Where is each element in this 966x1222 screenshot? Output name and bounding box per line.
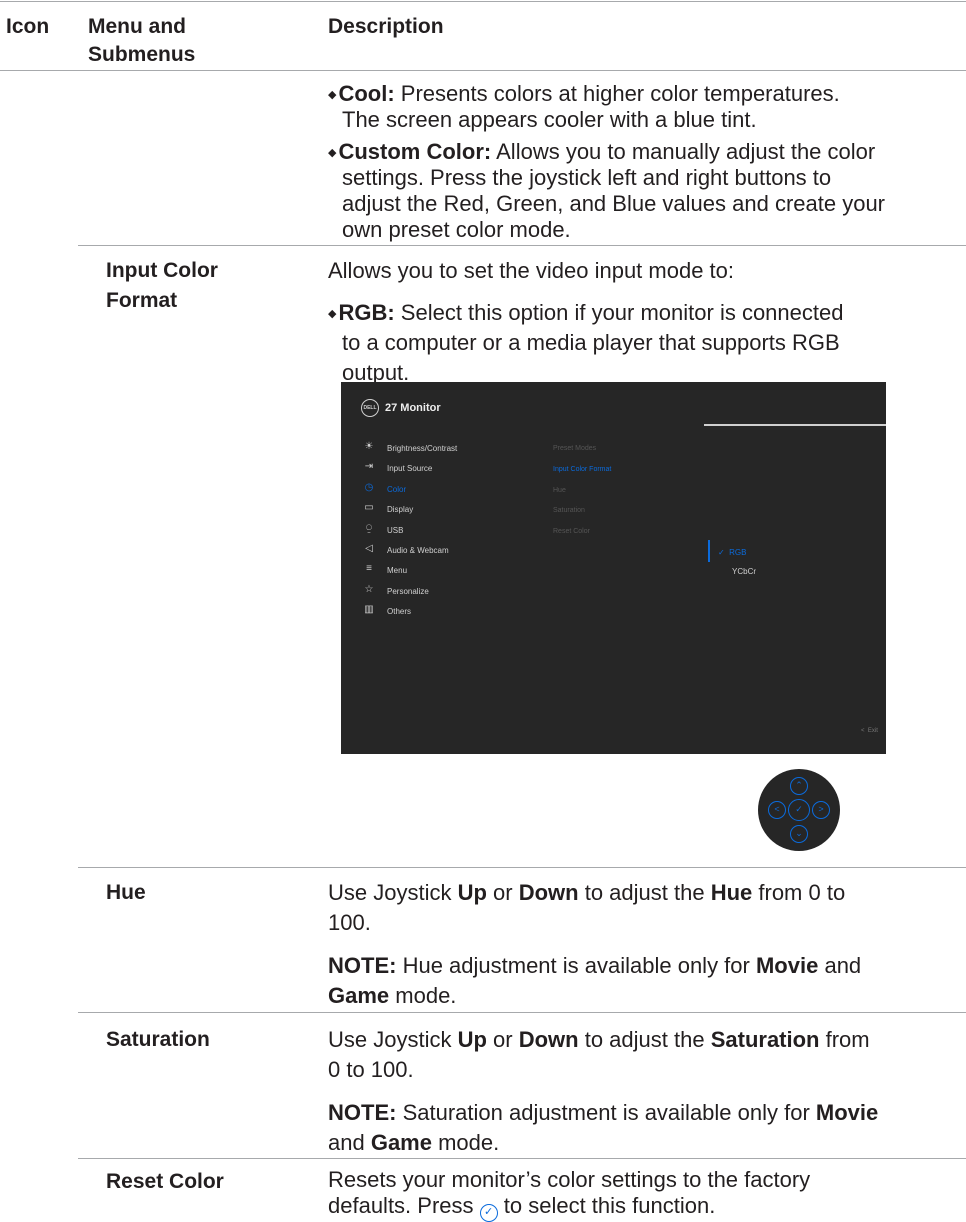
bullet-diamond-icon: ◆: [328, 308, 337, 320]
custom-color-bullet: ◆Custom Color: Allows you to manually ad…: [328, 138, 875, 167]
saturation-description-line2: 0 to 100.: [328, 1057, 414, 1082]
dell-logo-icon: DELL: [361, 399, 379, 417]
header-bottom-rule: [0, 70, 966, 71]
input-color-format-intro: Allows you to set the video input mode t…: [328, 258, 735, 283]
saturation-note-line1: NOTE: Saturation adjustment is available…: [328, 1100, 879, 1125]
select-check-icon: ✓: [479, 1204, 498, 1222]
reset-description-line1: Resets your monitor’s color settings to …: [328, 1167, 811, 1192]
others-icon: ▥: [364, 604, 374, 615]
hue-note-line1: NOTE: Hue adjustment is available only f…: [328, 953, 862, 978]
joystick-right-icon: >: [812, 801, 830, 819]
hue-note-line2: Game mode.: [328, 983, 457, 1008]
cool-bullet: ◆Cool: Presents colors at higher color t…: [328, 80, 840, 109]
chevron-left-icon: <: [861, 728, 865, 734]
hue-description-line1: Use Joystick Up or Down to adjust the Hu…: [328, 880, 846, 905]
osd-selection-bar: [708, 540, 710, 562]
custom-color-line3: adjust the Red, Green, and Blue values a…: [342, 191, 886, 216]
menu-saturation: Saturation: [106, 1028, 210, 1051]
menu-input-color-format-line2: Format: [106, 289, 178, 312]
color-icon: ◷: [364, 482, 374, 493]
row-rule-reset: [78, 1158, 966, 1159]
column-header-menu-line2: Submenus: [88, 43, 196, 66]
saturation-description-line1: Use Joystick Up or Down to adjust the Sa…: [328, 1027, 870, 1052]
osd-menu-screenshot: DELL 27 Monitor ☀ Brightness/Contrast ⇥ …: [341, 382, 886, 754]
joystick-left-icon: <: [768, 801, 786, 819]
rgb-bullet: ◆RGB: Select this option if your monitor…: [328, 299, 843, 328]
input-source-icon: ⇥: [364, 461, 374, 472]
column-header-description: Description: [328, 15, 444, 38]
table-top-rule: [0, 1, 966, 2]
osd-submenu-preset-modes[interactable]: Preset Modes: [553, 444, 596, 454]
speaker-icon: ◁: [365, 543, 373, 554]
osd-option-rgb[interactable]: ✓ RGB: [718, 548, 747, 558]
osd-title: 27 Monitor: [385, 402, 441, 414]
hue-description-line2: 100.: [328, 910, 371, 935]
menu-hue: Hue: [106, 881, 146, 904]
osd-top-divider: [704, 424, 886, 426]
star-icon: ☆: [364, 584, 374, 595]
row-rule-hue: [78, 867, 966, 868]
osd-submenu-input-color-format[interactable]: Input Color Format: [553, 465, 611, 475]
brightness-icon: ☀: [364, 441, 374, 452]
row-rule-saturation: [78, 1012, 966, 1013]
osd-submenu-saturation[interactable]: Saturation: [553, 506, 585, 516]
reset-description-line2: defaults. Press ✓ to select this functio…: [328, 1192, 715, 1222]
osd-option-ycbcr[interactable]: YCbCr: [732, 567, 756, 577]
column-header-menu-line1: Menu and: [88, 15, 186, 38]
joystick-down-icon: ⌄: [790, 825, 808, 843]
menu-input-color-format-line1: Input Color: [106, 259, 218, 282]
custom-color-line4: own preset color mode.: [342, 217, 571, 242]
osd-submenu-hue[interactable]: Hue: [553, 486, 566, 496]
rgb-line2: to a computer or a media player that sup…: [342, 330, 840, 355]
display-icon: ▭: [364, 502, 374, 513]
custom-color-line2: settings. Press the joystick left and ri…: [342, 165, 832, 190]
osd-exit[interactable]: < Exit: [861, 728, 878, 734]
bullet-diamond-icon: ◆: [328, 147, 337, 159]
joystick-illustration: ⌃ < ✓ > ⌄: [758, 769, 840, 851]
row-rule-input-color: [78, 245, 966, 246]
osd-submenu-reset-color[interactable]: Reset Color: [553, 527, 590, 537]
joystick-up-icon: ⌃: [790, 777, 808, 795]
usb-icon: ⍜: [366, 523, 372, 534]
menu-icon: ≡: [366, 563, 372, 574]
cool-line2: The screen appears cooler with a blue ti…: [342, 107, 757, 132]
menu-reset-color: Reset Color: [106, 1170, 224, 1193]
bullet-diamond-icon: ◆: [328, 89, 337, 101]
check-icon: ✓: [718, 548, 725, 557]
joystick-center-icon: ✓: [788, 799, 810, 821]
saturation-note-line2: and Game mode.: [328, 1130, 500, 1155]
column-header-icon: Icon: [6, 15, 50, 38]
